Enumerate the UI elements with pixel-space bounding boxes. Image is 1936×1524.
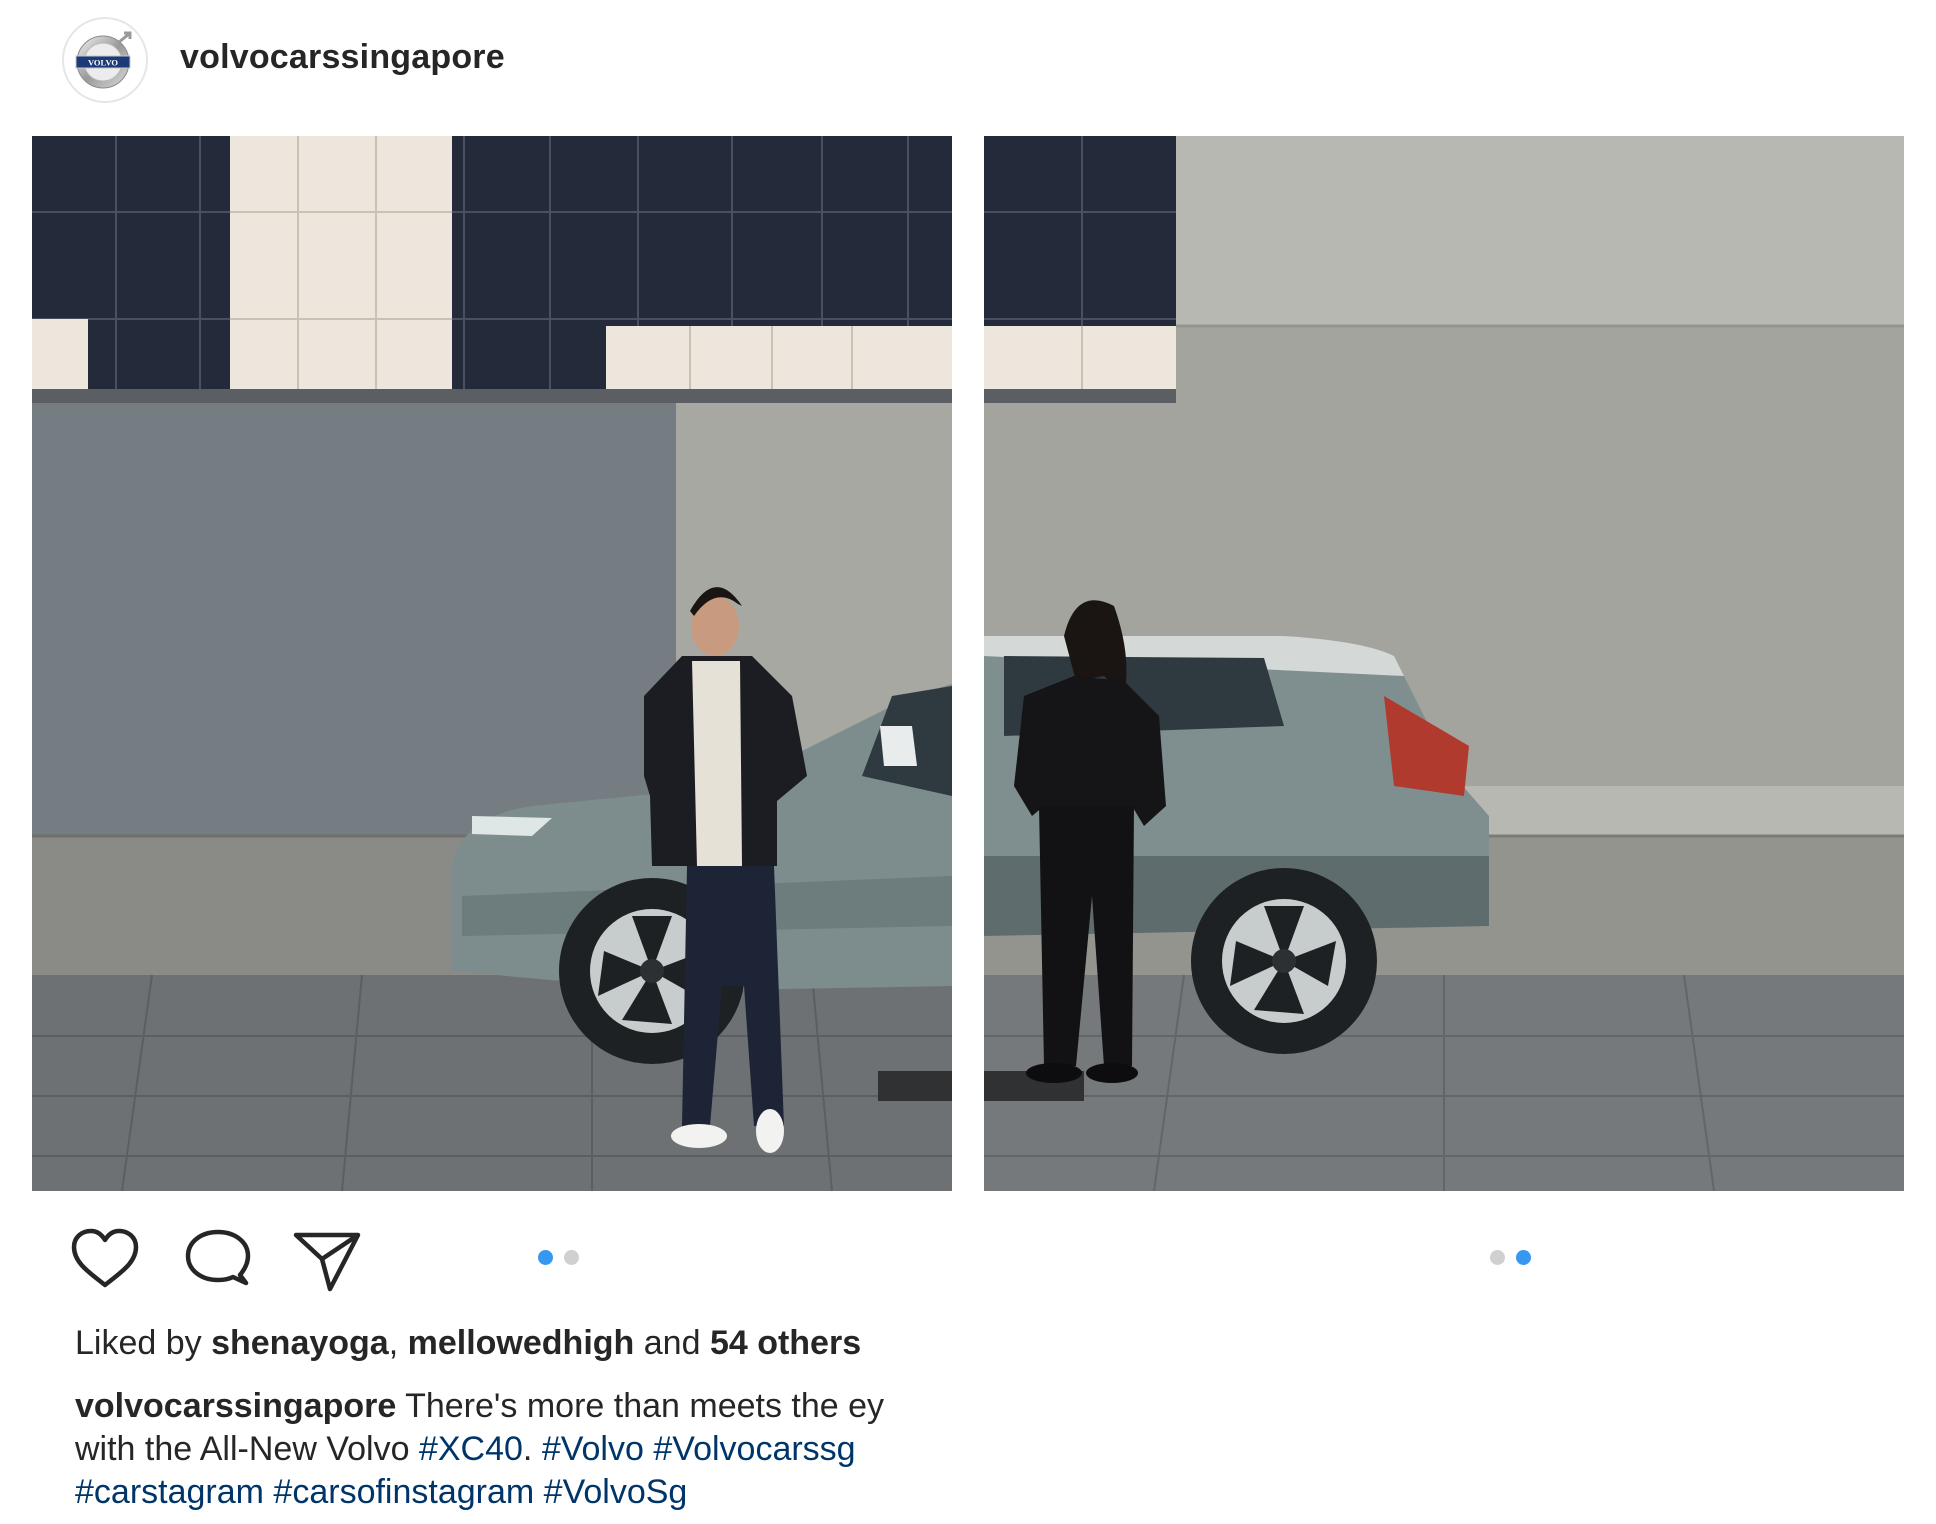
caption-text: There's more than meets the ey — [396, 1387, 885, 1425]
caption-line: volvocarssingapore There's more than mee… — [75, 1385, 953, 1428]
likes-separator: , — [388, 1324, 408, 1362]
hashtag-link[interactable]: #Volvocarssg — [653, 1430, 855, 1468]
volvo-logo-icon: VOLVO — [75, 31, 132, 89]
comment-icon[interactable] — [182, 1225, 252, 1295]
carousel-dot — [1490, 1250, 1505, 1265]
likes-others-link[interactable]: 54 others — [710, 1324, 861, 1362]
hashtag-link[interactable]: #Volvo — [542, 1430, 644, 1468]
volvo-xc40-man-photo — [32, 136, 952, 1191]
likes-summary: Liked by shenayoga, mellowedhigh and 54 … — [75, 1324, 861, 1363]
post-image-slide-2[interactable] — [984, 136, 1904, 1191]
hashtag-link[interactable]: #XC40 — [419, 1430, 523, 1468]
volvo-xc40-woman-photo — [984, 136, 1904, 1191]
avatar[interactable]: VOLVO — [62, 17, 148, 103]
caption-text: with the All-New Volvo — [75, 1430, 419, 1468]
hashtag-link[interactable]: #carstagram — [75, 1473, 264, 1511]
instagram-post: VOLVO volvocarssingapore Liked by shenay… — [0, 0, 1936, 1524]
username[interactable]: volvocarssingapore — [180, 38, 505, 77]
svg-text:VOLVO: VOLVO — [88, 58, 118, 68]
carousel-dot — [564, 1250, 579, 1265]
carousel-dot-active — [1516, 1250, 1531, 1265]
likes-prefix: Liked by — [75, 1324, 212, 1362]
carousel-dot-active — [538, 1250, 553, 1265]
caption-text — [644, 1430, 653, 1468]
liked-by-user-link[interactable]: shenayoga — [211, 1324, 389, 1362]
post-caption: volvocarssingapore There's more than mee… — [75, 1385, 953, 1514]
share-icon[interactable] — [292, 1225, 362, 1295]
heart-icon[interactable] — [70, 1225, 140, 1295]
caption-line: with the All-New Volvo #XC40. #Volvo #Vo… — [75, 1428, 953, 1471]
liked-by-user-link[interactable]: mellowedhigh — [408, 1324, 635, 1362]
hashtag-link[interactable]: #carsofinstagram — [273, 1473, 534, 1511]
hashtag-link[interactable]: #VolvoSg — [544, 1473, 688, 1511]
likes-conjunction: and — [634, 1324, 710, 1362]
post-image-slide-1[interactable] — [32, 136, 952, 1191]
caption-line: #carstagram #carsofinstagram #VolvoSg — [75, 1471, 953, 1514]
caption-text: . — [522, 1430, 542, 1468]
caption-username[interactable]: volvocarssingapore — [75, 1387, 396, 1425]
